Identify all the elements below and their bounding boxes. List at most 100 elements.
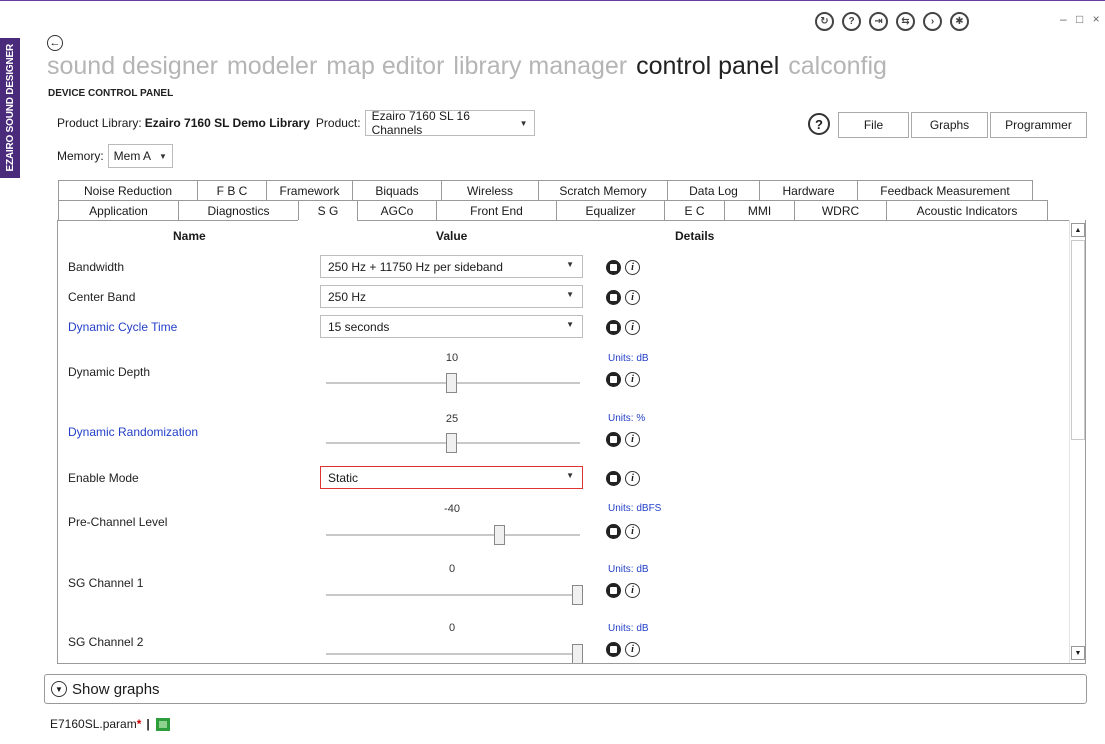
reset-icon[interactable] [606, 524, 621, 539]
scrollbar-thumb[interactable] [1071, 240, 1085, 440]
info-icon[interactable]: i [625, 524, 640, 539]
enable-mode-dropdown[interactable]: Static ▼ [320, 466, 583, 489]
window-controls[interactable]: – □ × [1060, 12, 1103, 26]
reset-icon[interactable] [606, 432, 621, 447]
nav-control-panel[interactable]: control panel [636, 52, 779, 80]
tab-hardware[interactable]: Hardware [759, 180, 857, 200]
scroll-down-icon[interactable]: ▼ [1071, 646, 1085, 660]
show-graphs-toggle[interactable]: ▼ Show graphs [44, 674, 1087, 704]
chevron-down-icon: ▼ [566, 290, 574, 299]
sg-channel-1-details: i [606, 583, 640, 598]
memory-row: Memory: Mem A ▼ [57, 144, 173, 168]
nav-calconfig[interactable]: calconfig [788, 52, 887, 80]
tab-row-1: Noise Reduction F B C Framework Biquads … [58, 180, 1033, 200]
tab-diagnostics[interactable]: Diagnostics [178, 200, 298, 220]
info-icon[interactable]: i [625, 372, 640, 387]
help-button[interactable]: ? [808, 113, 830, 135]
tab-sg[interactable]: S G [298, 200, 357, 221]
nav-modeler[interactable]: modeler [227, 52, 317, 80]
sg-channel-2-slider-thumb[interactable] [572, 644, 583, 663]
bandwidth-dropdown[interactable]: 250 Hz + 11750 Hz per sideband ▼ [320, 255, 583, 278]
tab-application[interactable]: Application [58, 200, 178, 220]
sg-channel-1-units: Units: dB [608, 564, 649, 575]
dynamic-depth-slider-thumb[interactable] [446, 373, 457, 393]
programmer-button[interactable]: Programmer [990, 112, 1087, 138]
info-icon[interactable]: i [625, 471, 640, 486]
pre-channel-level-slider-track[interactable] [326, 534, 580, 536]
nav-map-editor[interactable]: map editor [326, 52, 444, 80]
nav-library-manager[interactable]: library manager [453, 52, 627, 80]
file-button[interactable]: File [838, 112, 909, 138]
tab-agco[interactable]: AGCo [357, 200, 436, 220]
tab-wdrc[interactable]: WDRC [794, 200, 886, 220]
dynamic-cycle-time-value: 15 seconds [328, 319, 390, 334]
graphs-button[interactable]: Graphs [911, 112, 988, 138]
center-band-dropdown[interactable]: 250 Hz ▼ [320, 285, 583, 308]
tab-acoustic-indicators[interactable]: Acoustic Indicators [886, 200, 1048, 220]
sg-channel-1-slider-track[interactable] [326, 594, 580, 596]
info-icon[interactable]: i [625, 583, 640, 598]
tab-biquads[interactable]: Biquads [352, 180, 441, 200]
chip-icon[interactable] [155, 717, 170, 731]
dynamic-depth-details: i [606, 372, 640, 387]
reset-icon[interactable] [606, 320, 621, 335]
nav-sound-designer[interactable]: sound designer [47, 52, 218, 80]
sg-channel-1-slider-thumb[interactable] [572, 585, 583, 605]
terminal-icon[interactable]: › [923, 12, 942, 31]
tab-row-2: Application Diagnostics S G AGCo Front E… [58, 200, 1048, 221]
tab-data-log[interactable]: Data Log [667, 180, 759, 200]
dynamic-cycle-time-dropdown[interactable]: 15 seconds ▼ [320, 315, 583, 338]
dynamic-randomization-value: 25 [445, 413, 459, 425]
info-icon[interactable]: i [625, 320, 640, 335]
dynamic-cycle-time-details: i [606, 320, 640, 335]
chevron-down-icon: ▼ [566, 471, 574, 480]
sg-channel-2-slider-track[interactable] [326, 653, 580, 655]
info-icon[interactable]: i [625, 290, 640, 305]
back-arrow-icon[interactable]: ← [47, 35, 63, 51]
tab-underline-right [357, 220, 1085, 221]
column-details: Details [675, 229, 715, 243]
window-top-border [0, 0, 1105, 1]
tab-front-end[interactable]: Front End [436, 200, 556, 220]
reset-icon[interactable] [606, 372, 621, 387]
panel-scrollbar[interactable]: ▲ ▼ [1069, 220, 1085, 663]
reset-icon[interactable] [606, 290, 621, 305]
help-circle-icon[interactable]: ? [842, 12, 861, 31]
reset-icon[interactable] [606, 583, 621, 598]
reset-icon[interactable] [606, 260, 621, 275]
dynamic-depth-value: 10 [445, 352, 459, 364]
scroll-up-icon[interactable]: ▲ [1071, 223, 1085, 237]
tab-scratch-memory[interactable]: Scratch Memory [538, 180, 667, 200]
product-select[interactable]: Ezairo 7160 SL 16 Channels ▼ [364, 109, 535, 137]
reset-icon[interactable] [606, 642, 621, 657]
sg-channel-1-label: SG Channel 1 [68, 576, 144, 590]
refresh-icon[interactable]: ↻ [815, 12, 834, 31]
memory-label: Memory: [57, 149, 104, 163]
memory-select[interactable]: Mem A ▼ [107, 144, 173, 168]
tab-fbc[interactable]: F B C [197, 180, 266, 200]
chevron-down-icon: ▼ [159, 151, 167, 161]
column-value: Value [436, 229, 468, 243]
settings-icon[interactable]: ✱ [950, 12, 969, 31]
tab-underline-left [58, 220, 298, 221]
reset-icon[interactable] [606, 471, 621, 486]
info-icon[interactable]: i [625, 642, 640, 657]
pre-channel-level-value: -40 [444, 503, 460, 515]
app-side-label-text: EZAIRO SOUND DESIGNER [4, 44, 16, 172]
sync-icon[interactable]: ⇆ [896, 12, 915, 31]
sg-channel-2-details: i [606, 642, 640, 657]
tab-mmi[interactable]: MMI [724, 200, 794, 220]
tab-noise-reduction[interactable]: Noise Reduction [58, 180, 197, 200]
tab-wireless[interactable]: Wireless [441, 180, 538, 200]
tab-feedback-measurement[interactable]: Feedback Measurement [857, 180, 1033, 200]
dynamic-randomization-slider-thumb[interactable] [446, 433, 457, 453]
tab-equalizer[interactable]: Equalizer [556, 200, 664, 220]
info-icon[interactable]: i [625, 432, 640, 447]
bandwidth-value: 250 Hz + 11750 Hz per sideband [328, 259, 503, 274]
pre-channel-level-slider-thumb[interactable] [494, 525, 505, 545]
center-band-label: Center Band [68, 290, 136, 304]
login-icon[interactable]: ⇥ [869, 12, 888, 31]
tab-ec[interactable]: E C [664, 200, 724, 220]
info-icon[interactable]: i [625, 260, 640, 275]
tab-framework[interactable]: Framework [266, 180, 352, 200]
